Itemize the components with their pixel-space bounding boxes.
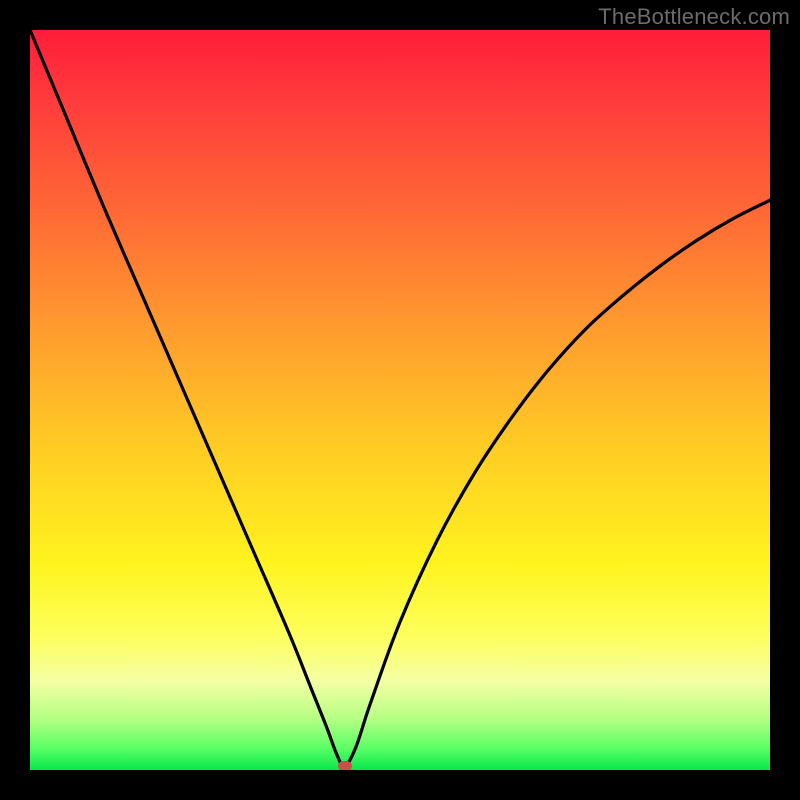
optimal-point-marker: [338, 761, 352, 770]
watermark-text: TheBottleneck.com: [598, 4, 790, 30]
bottleneck-curve: [30, 30, 770, 770]
chart-frame: TheBottleneck.com: [0, 0, 800, 800]
plot-area: [30, 30, 770, 770]
